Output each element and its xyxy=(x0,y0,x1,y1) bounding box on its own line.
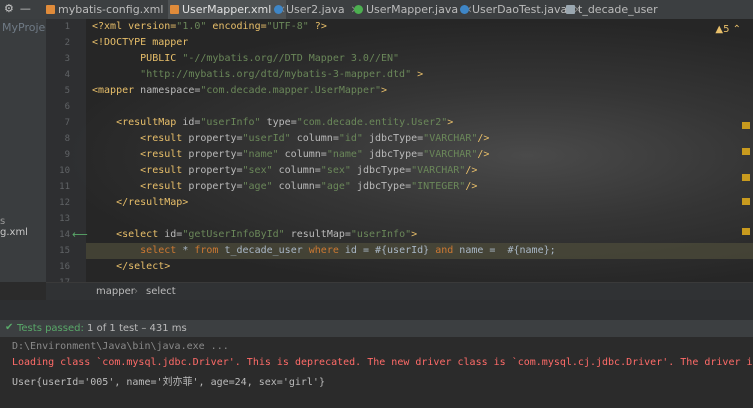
run-console[interactable]: D:\Environment\Java\bin\java.exe ... Loa… xyxy=(0,337,753,408)
line-number: 8 xyxy=(64,134,70,144)
code-line: 13 xyxy=(46,211,746,227)
line-number: 3 xyxy=(64,54,70,64)
line-number: 4 xyxy=(64,70,70,80)
tab-usermapper-java[interactable]: UserMapper.java✕ xyxy=(352,0,472,19)
line-number: 13 xyxy=(59,214,70,224)
code-line: 17 xyxy=(46,275,746,282)
line-number: 11 xyxy=(59,182,70,192)
breadcrumb-separator: › xyxy=(134,286,138,297)
line-number: 17 xyxy=(52,275,70,282)
toolbar-left: ⚙ — xyxy=(4,2,31,15)
breadcrumb: mapper › select xyxy=(46,282,753,301)
line-number: 9 xyxy=(64,150,70,160)
line-number: 14 xyxy=(59,230,70,240)
code-line: 12 </resultMap> xyxy=(46,195,746,211)
line-number: 1 xyxy=(64,22,70,32)
line-number: 16 xyxy=(59,262,70,272)
editor-tab-bar: ⚙ — mybatis-config.xml✕ UserMapper.xml✕ … xyxy=(0,0,753,20)
code-line: 16 </select> xyxy=(46,259,746,275)
tests-detail: 1 of 1 test – 431 ms xyxy=(87,323,187,334)
code-line: 4 "http://mybatis.org/dtd/mybatis-3-mapp… xyxy=(46,67,746,83)
console-error-line: Loading class `com.mysql.jdbc.Driver'. T… xyxy=(12,357,753,368)
code-line: 14 ⟵ <select id="getUserInfoById" result… xyxy=(46,227,746,243)
tests-passed-label: Tests passed: xyxy=(17,323,84,334)
line-number: 12 xyxy=(59,198,70,208)
project-panel: MyProject s g.xml xyxy=(0,19,46,282)
test-results-header: ✔ Tests passed: 1 of 1 test – 431 ms xyxy=(0,320,753,337)
breadcrumb-mapper[interactable]: mapper xyxy=(96,286,135,297)
java-class-icon xyxy=(274,5,283,14)
project-tree-item-partial[interactable]: s xyxy=(0,216,5,227)
code-line-selected: 15 select * from t_decade_user where id … xyxy=(46,243,753,259)
collapse-icon[interactable]: — xyxy=(20,2,31,15)
line-number: 15 xyxy=(59,246,70,256)
code-line: 8 <result property="userId" column="id" … xyxy=(46,131,746,147)
breadcrumb-select[interactable]: select xyxy=(146,286,176,297)
java-class-icon xyxy=(460,5,469,14)
tab-user2-java[interactable]: User2.java✕ xyxy=(272,0,359,19)
code-line: 3 PUBLIC "-//mybatis.org//DTD Mapper 3.0… xyxy=(46,51,746,67)
run-gutter-arrow-icon[interactable]: ⟵ xyxy=(72,229,88,241)
gear-icon[interactable]: ⚙ xyxy=(4,2,14,15)
table-icon xyxy=(566,5,575,14)
xml-file-icon xyxy=(46,5,55,14)
code-line: 5 <mapper namespace="com.decade.mapper.U… xyxy=(46,83,746,99)
java-interface-icon xyxy=(354,5,363,14)
console-line: D:\Environment\Java\bin\java.exe ... xyxy=(12,341,229,352)
xml-file-icon xyxy=(170,5,179,14)
code-line: 9 <result property="name" column="name" … xyxy=(46,147,746,163)
code-editor[interactable]: ▲5 ⌃ 1 <?xml version="1.0" encoding="UTF… xyxy=(46,19,753,282)
line-number: 5 xyxy=(64,86,70,96)
code-line: 7 <resultMap id="userInfo" type="com.dec… xyxy=(46,115,746,131)
code-line: 11 <result property="age" column="age" j… xyxy=(46,179,746,195)
code-line: 1 <?xml version="1.0" encoding="UTF-8" ?… xyxy=(46,19,746,35)
code-line: 2 <!DOCTYPE mapper xyxy=(46,35,746,51)
line-number: 7 xyxy=(64,118,70,128)
panel-divider[interactable] xyxy=(0,300,753,320)
code-line: 10 <result property="sex" column="sex" j… xyxy=(46,163,746,179)
line-number: 10 xyxy=(59,166,70,176)
line-number: 6 xyxy=(64,102,70,112)
tab-usermapper-xml[interactable]: UserMapper.xml✕ xyxy=(168,0,286,19)
line-number: 2 xyxy=(64,38,70,48)
tab-mybatis-config[interactable]: mybatis-config.xml✕ xyxy=(44,0,178,19)
code-line: 6 xyxy=(46,99,746,115)
project-tree-item-config-xml[interactable]: g.xml xyxy=(0,227,28,238)
check-icon: ✔ xyxy=(5,322,14,333)
project-label[interactable]: MyProject xyxy=(2,21,46,34)
console-output-line: User{userId='005', name='刘亦菲', age=24, s… xyxy=(12,377,325,388)
tab-t-decade-user[interactable]: t_decade_user xyxy=(564,0,658,19)
